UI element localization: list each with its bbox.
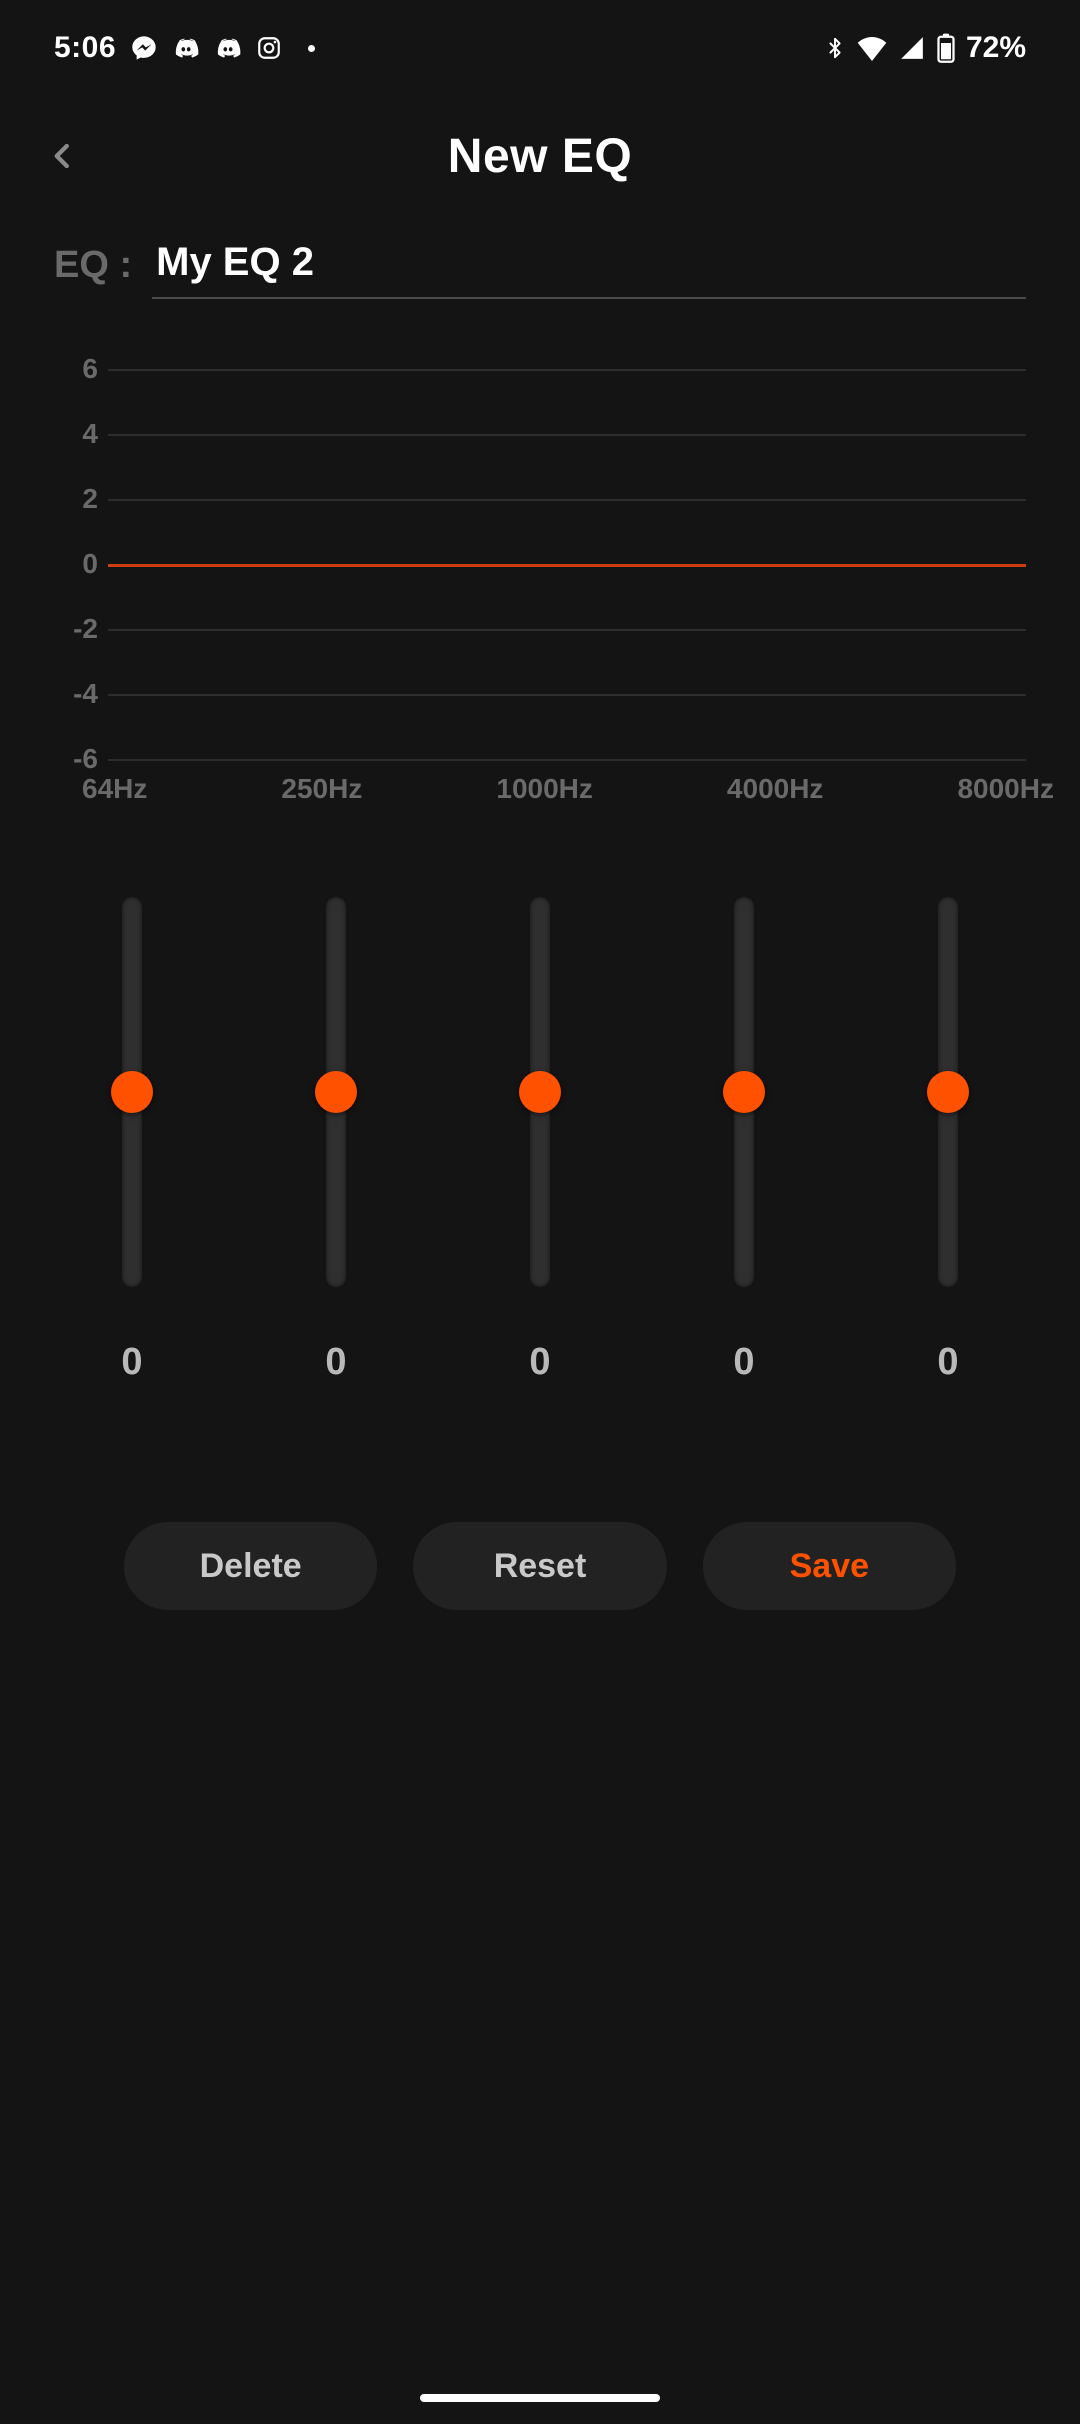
slider-value: 0 xyxy=(937,1341,958,1384)
gridline xyxy=(108,759,1026,761)
slider-value: 0 xyxy=(121,1341,142,1384)
y-tick-label: 0 xyxy=(54,548,98,580)
reset-label: Reset xyxy=(494,1547,587,1586)
slider-thumb[interactable] xyxy=(723,1071,765,1113)
save-button[interactable]: Save xyxy=(703,1522,956,1610)
x-tick-label: 8000Hz xyxy=(957,773,1054,805)
reset-button[interactable]: Reset xyxy=(413,1522,666,1610)
wifi-icon xyxy=(856,35,888,61)
delete-button[interactable]: Delete xyxy=(124,1522,377,1610)
x-tick-label: 4000Hz xyxy=(727,773,824,805)
status-bar: 5:06 72% xyxy=(0,0,1080,96)
eq-name-label: EQ : xyxy=(54,244,132,299)
gridline xyxy=(108,434,1026,436)
x-tick-label: 250Hz xyxy=(281,773,362,805)
slider-thumb[interactable] xyxy=(111,1071,153,1113)
x-tick-label: 1000Hz xyxy=(496,773,593,805)
eq-name-value: My EQ 2 xyxy=(156,240,1026,285)
discord-icon-2 xyxy=(214,34,242,62)
slider-4000hz: 0 xyxy=(722,897,766,1384)
notification-dot-icon xyxy=(308,45,315,52)
slider-track[interactable] xyxy=(326,897,346,1287)
slider-track[interactable] xyxy=(938,897,958,1287)
eq-name-field[interactable]: My EQ 2 xyxy=(152,240,1026,299)
y-tick-label: 4 xyxy=(54,418,98,450)
slider-thumb[interactable] xyxy=(927,1071,969,1113)
slider-64hz: 0 xyxy=(110,897,154,1384)
status-left: 5:06 xyxy=(54,31,315,65)
y-tick-label: -6 xyxy=(54,743,98,775)
battery-icon xyxy=(936,33,956,63)
eq-sliders: 0 0 0 0 0 xyxy=(0,805,1080,1384)
save-label: Save xyxy=(790,1547,869,1586)
slider-thumb[interactable] xyxy=(315,1071,357,1113)
nav-handle[interactable] xyxy=(420,2394,660,2402)
x-axis-labels: 64Hz 250Hz 1000Hz 4000Hz 8000Hz xyxy=(110,773,1026,805)
eq-curve-chart: 6 4 2 0 -2 -4 -6 64Hz 250Hz 1000Hz 4000H… xyxy=(0,369,1080,805)
header: New EQ xyxy=(0,96,1080,216)
slider-track[interactable] xyxy=(734,897,754,1287)
back-button[interactable] xyxy=(36,129,90,183)
slider-value: 0 xyxy=(325,1341,346,1384)
battery-percent: 72% xyxy=(966,31,1026,65)
y-tick-label: 2 xyxy=(54,483,98,515)
slider-250hz: 0 xyxy=(314,897,358,1384)
gridline xyxy=(108,499,1026,501)
delete-label: Delete xyxy=(200,1547,302,1586)
page-title: New EQ xyxy=(448,129,632,184)
chart-grid xyxy=(108,369,1026,759)
eq-name-row: EQ : My EQ 2 xyxy=(0,216,1080,299)
slider-track[interactable] xyxy=(122,897,142,1287)
gridline xyxy=(108,694,1026,696)
y-tick-label: -2 xyxy=(54,613,98,645)
action-buttons: Delete Reset Save xyxy=(0,1384,1080,1610)
slider-8000hz: 0 xyxy=(926,897,970,1384)
instagram-icon xyxy=(256,35,282,61)
slider-track[interactable] xyxy=(530,897,550,1287)
bluetooth-icon xyxy=(824,34,846,62)
eq-curve-line xyxy=(108,564,1026,567)
chevron-left-icon xyxy=(48,133,78,179)
status-right: 72% xyxy=(824,31,1026,65)
messenger-icon xyxy=(130,34,158,62)
x-tick-label: 64Hz xyxy=(82,773,147,805)
discord-icon xyxy=(172,34,200,62)
slider-value: 0 xyxy=(733,1341,754,1384)
signal-icon xyxy=(898,35,926,61)
y-tick-label: -4 xyxy=(54,678,98,710)
status-time: 5:06 xyxy=(54,31,116,65)
gridline xyxy=(108,369,1026,371)
slider-1000hz: 0 xyxy=(518,897,562,1384)
slider-value: 0 xyxy=(529,1341,550,1384)
gridline xyxy=(108,629,1026,631)
y-tick-label: 6 xyxy=(54,353,98,385)
slider-thumb[interactable] xyxy=(519,1071,561,1113)
